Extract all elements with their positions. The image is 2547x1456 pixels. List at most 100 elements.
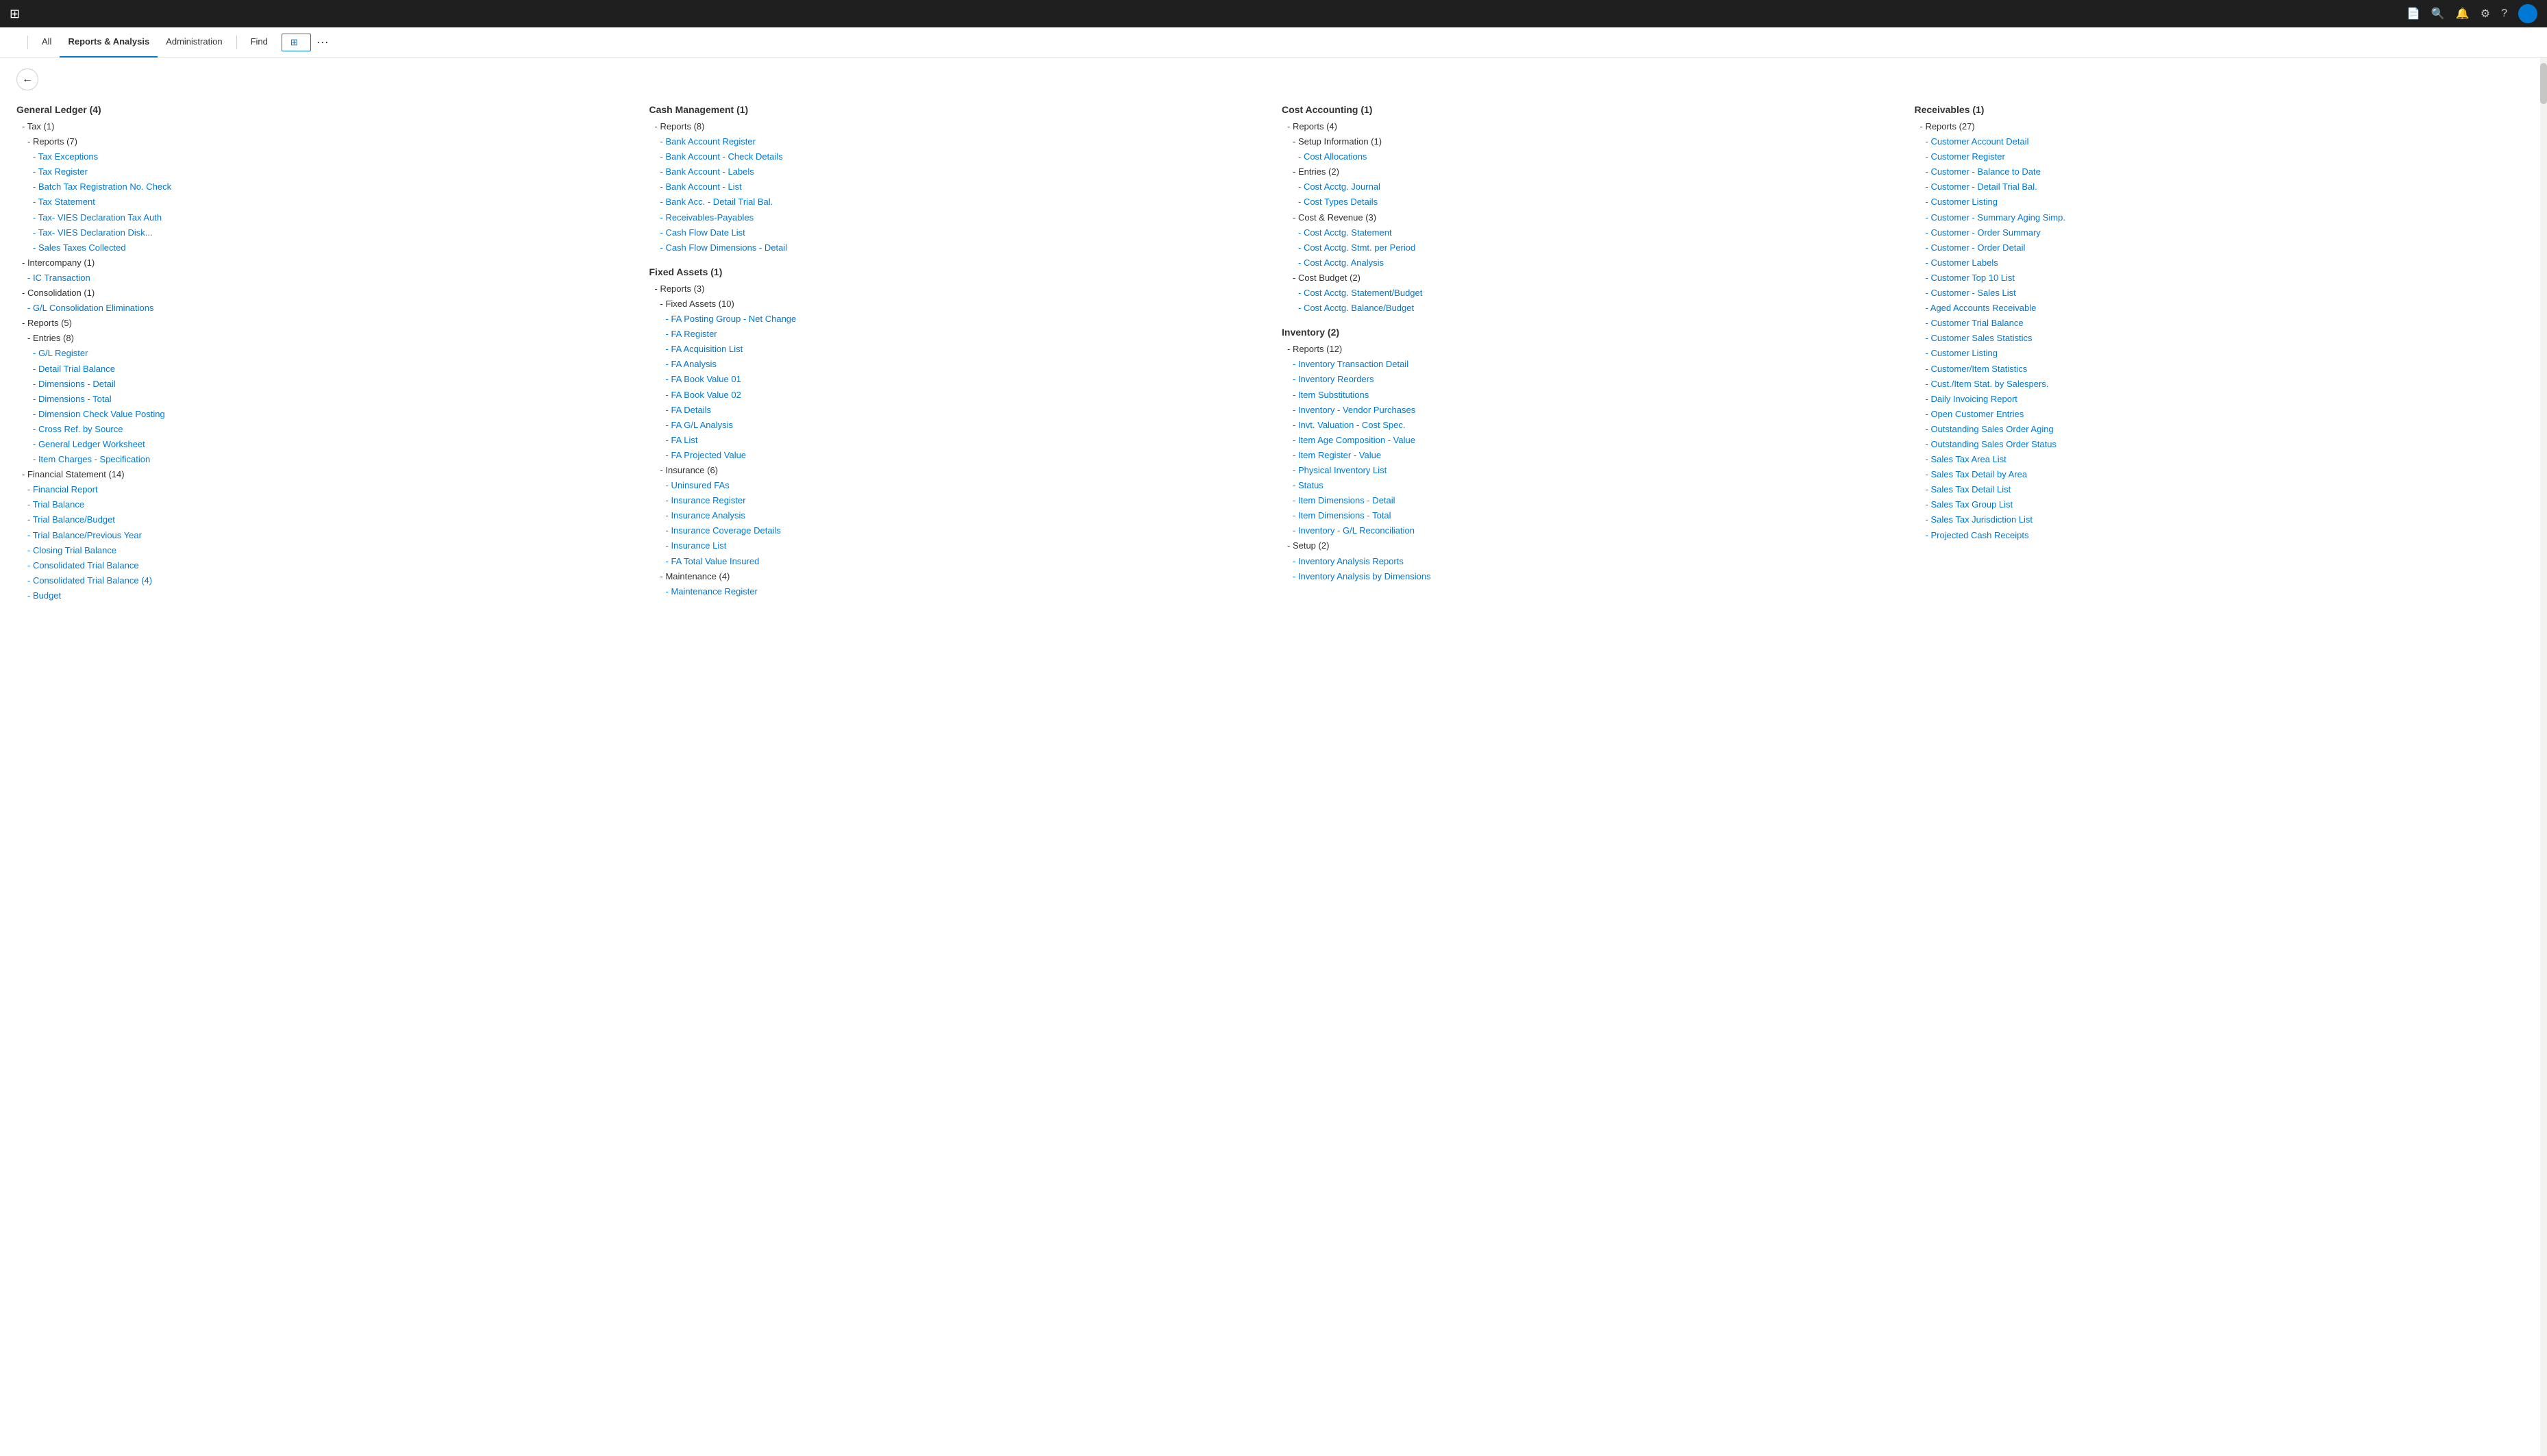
list-item[interactable]: - Customer - Order Summary	[1915, 225, 2531, 240]
list-item[interactable]: - Consolidated Trial Balance	[16, 558, 633, 573]
list-item[interactable]: - FA Projected Value	[649, 448, 1266, 463]
list-item[interactable]: - Item Substitutions	[1282, 388, 1898, 403]
explore-more-roles-button[interactable]: ⊞	[282, 34, 311, 51]
list-item[interactable]: - Cash Flow Date List	[649, 225, 1266, 240]
list-item[interactable]: - Customer Account Detail	[1915, 134, 2531, 149]
settings-icon[interactable]: ⚙	[2481, 7, 2490, 21]
list-item[interactable]: - Physical Inventory List	[1282, 463, 1898, 478]
list-item[interactable]: - Cost Acctg. Statement/Budget	[1282, 286, 1898, 301]
list-item[interactable]: - Cost Acctg. Statement	[1282, 225, 1898, 240]
list-item[interactable]: - G/L Register	[16, 346, 633, 361]
tab-all[interactable]: All	[34, 27, 60, 58]
list-item[interactable]: - Cost Acctg. Stmt. per Period	[1282, 240, 1898, 255]
list-item[interactable]: - FA Posting Group - Net Change	[649, 312, 1266, 327]
list-item[interactable]: - FA Details	[649, 403, 1266, 418]
list-item[interactable]: - Item Register - Value	[1282, 448, 1898, 463]
list-item[interactable]: - FA Analysis	[649, 357, 1266, 372]
list-item[interactable]: - Tax Register	[16, 164, 633, 179]
list-item[interactable]: - FA List	[649, 433, 1266, 448]
list-item[interactable]: - Sales Tax Jurisdiction List	[1915, 512, 2531, 527]
list-item[interactable]: - Cost Types Details	[1282, 194, 1898, 210]
list-item[interactable]: - Cost Acctg. Analysis	[1282, 255, 1898, 271]
list-item[interactable]: - Dimensions - Detail	[16, 377, 633, 392]
help-icon[interactable]: ?	[2501, 8, 2507, 20]
bell-icon[interactable]: 🔔	[2456, 7, 2470, 21]
list-item[interactable]: - Tax Exceptions	[16, 149, 633, 164]
list-item[interactable]: - Inventory - Vendor Purchases	[1282, 403, 1898, 418]
list-item[interactable]: - Insurance Analysis	[649, 508, 1266, 523]
list-item[interactable]: - Bank Account Register	[649, 134, 1266, 149]
list-item[interactable]: - Inventory Reorders	[1282, 372, 1898, 387]
list-item[interactable]: - Bank Account - Labels	[649, 164, 1266, 179]
list-item[interactable]: - Item Dimensions - Total	[1282, 508, 1898, 523]
list-item[interactable]: - Customer Listing	[1915, 346, 2531, 361]
tab-administration[interactable]: Administration	[158, 27, 230, 58]
avatar[interactable]	[2518, 4, 2537, 23]
list-item[interactable]: - Customer Sales Statistics	[1915, 331, 2531, 346]
list-item[interactable]: - Cost Acctg. Balance/Budget	[1282, 301, 1898, 316]
list-item[interactable]: - Sales Tax Detail by Area	[1915, 467, 2531, 482]
list-item[interactable]: - Dimensions - Total	[16, 392, 633, 407]
list-item[interactable]: - Bank Account - Check Details	[649, 149, 1266, 164]
scrollbar-track[interactable]	[2540, 58, 2547, 1456]
list-item[interactable]: - Item Charges - Specification	[16, 452, 633, 467]
list-item[interactable]: - FA Acquisition List	[649, 342, 1266, 357]
list-item[interactable]: - Daily Invoicing Report	[1915, 392, 2531, 407]
list-item[interactable]: - FA Book Value 02	[649, 388, 1266, 403]
list-item[interactable]: - Sales Tax Group List	[1915, 497, 2531, 512]
list-item[interactable]: - Trial Balance/Previous Year	[16, 528, 633, 543]
list-item[interactable]: - Customer Top 10 List	[1915, 271, 2531, 286]
list-item[interactable]: - FA Total Value Insured	[649, 554, 1266, 569]
list-item[interactable]: - Customer Trial Balance	[1915, 316, 2531, 331]
list-item[interactable]: - Inventory Transaction Detail	[1282, 357, 1898, 372]
list-item[interactable]: - Tax Statement	[16, 194, 633, 210]
list-item[interactable]: - Customer Listing	[1915, 194, 2531, 210]
list-item[interactable]: - FA Book Value 01	[649, 372, 1266, 387]
list-item[interactable]: - Customer Register	[1915, 149, 2531, 164]
list-item[interactable]: - Customer - Sales List	[1915, 286, 2531, 301]
list-item[interactable]: - Cash Flow Dimensions - Detail	[649, 240, 1266, 255]
list-item[interactable]: - IC Transaction	[16, 271, 633, 286]
list-item[interactable]: - Bank Account - List	[649, 179, 1266, 194]
list-item[interactable]: - Financial Report	[16, 482, 633, 497]
list-item[interactable]: - Maintenance Register	[649, 584, 1266, 599]
list-item[interactable]: - Customer - Order Detail	[1915, 240, 2531, 255]
list-item[interactable]: - Insurance Register	[649, 493, 1266, 508]
list-item[interactable]: - Inventory Analysis Reports	[1282, 554, 1898, 569]
list-item[interactable]: - FA Register	[649, 327, 1266, 342]
list-item[interactable]: - Aged Accounts Receivable	[1915, 301, 2531, 316]
list-item[interactable]: - Trial Balance	[16, 497, 633, 512]
list-item[interactable]: - Item Age Composition - Value	[1282, 433, 1898, 448]
list-item[interactable]: - Invt. Valuation - Cost Spec.	[1282, 418, 1898, 433]
list-item[interactable]: - FA G/L Analysis	[649, 418, 1266, 433]
list-item[interactable]: - Tax- VIES Declaration Disk...	[16, 225, 633, 240]
list-item[interactable]: - Outstanding Sales Order Aging	[1915, 422, 2531, 437]
more-options-button[interactable]: ···	[311, 35, 334, 49]
list-item[interactable]: - Customer Labels	[1915, 255, 2531, 271]
list-item[interactable]: - Cross Ref. by Source	[16, 422, 633, 437]
list-item[interactable]: - Insurance List	[649, 538, 1266, 553]
list-item[interactable]: - Uninsured FAs	[649, 478, 1266, 493]
tab-find[interactable]: Find	[243, 27, 276, 58]
list-item[interactable]: - Inventory - G/L Reconciliation	[1282, 523, 1898, 538]
list-item[interactable]: - Consolidated Trial Balance (4)	[16, 573, 633, 588]
list-item[interactable]: - Detail Trial Balance	[16, 362, 633, 377]
list-item[interactable]: - Dimension Check Value Posting	[16, 407, 633, 422]
list-item[interactable]: - Sales Taxes Collected	[16, 240, 633, 255]
list-item[interactable]: - Open Customer Entries	[1915, 407, 2531, 422]
document-icon[interactable]: 📄	[2407, 7, 2420, 21]
list-item[interactable]: - Sales Tax Detail List	[1915, 482, 2531, 497]
tab-reports-analysis[interactable]: Reports & Analysis	[60, 27, 158, 58]
list-item[interactable]: - Outstanding Sales Order Status	[1915, 437, 2531, 452]
list-item[interactable]: - Insurance Coverage Details	[649, 523, 1266, 538]
list-item[interactable]: - Sales Tax Area List	[1915, 452, 2531, 467]
list-item[interactable]: - General Ledger Worksheet	[16, 437, 633, 452]
list-item[interactable]: - Cost Acctg. Journal	[1282, 179, 1898, 194]
list-item[interactable]: - Batch Tax Registration No. Check	[16, 179, 633, 194]
list-item[interactable]: - Closing Trial Balance	[16, 543, 633, 558]
search-icon[interactable]: 🔍	[2431, 7, 2445, 21]
list-item[interactable]: - Customer/Item Statistics	[1915, 362, 2531, 377]
list-item[interactable]: - Customer - Balance to Date	[1915, 164, 2531, 179]
app-grid-icon[interactable]: ⊞	[10, 7, 20, 21]
list-item[interactable]: - Customer - Summary Aging Simp.	[1915, 210, 2531, 225]
